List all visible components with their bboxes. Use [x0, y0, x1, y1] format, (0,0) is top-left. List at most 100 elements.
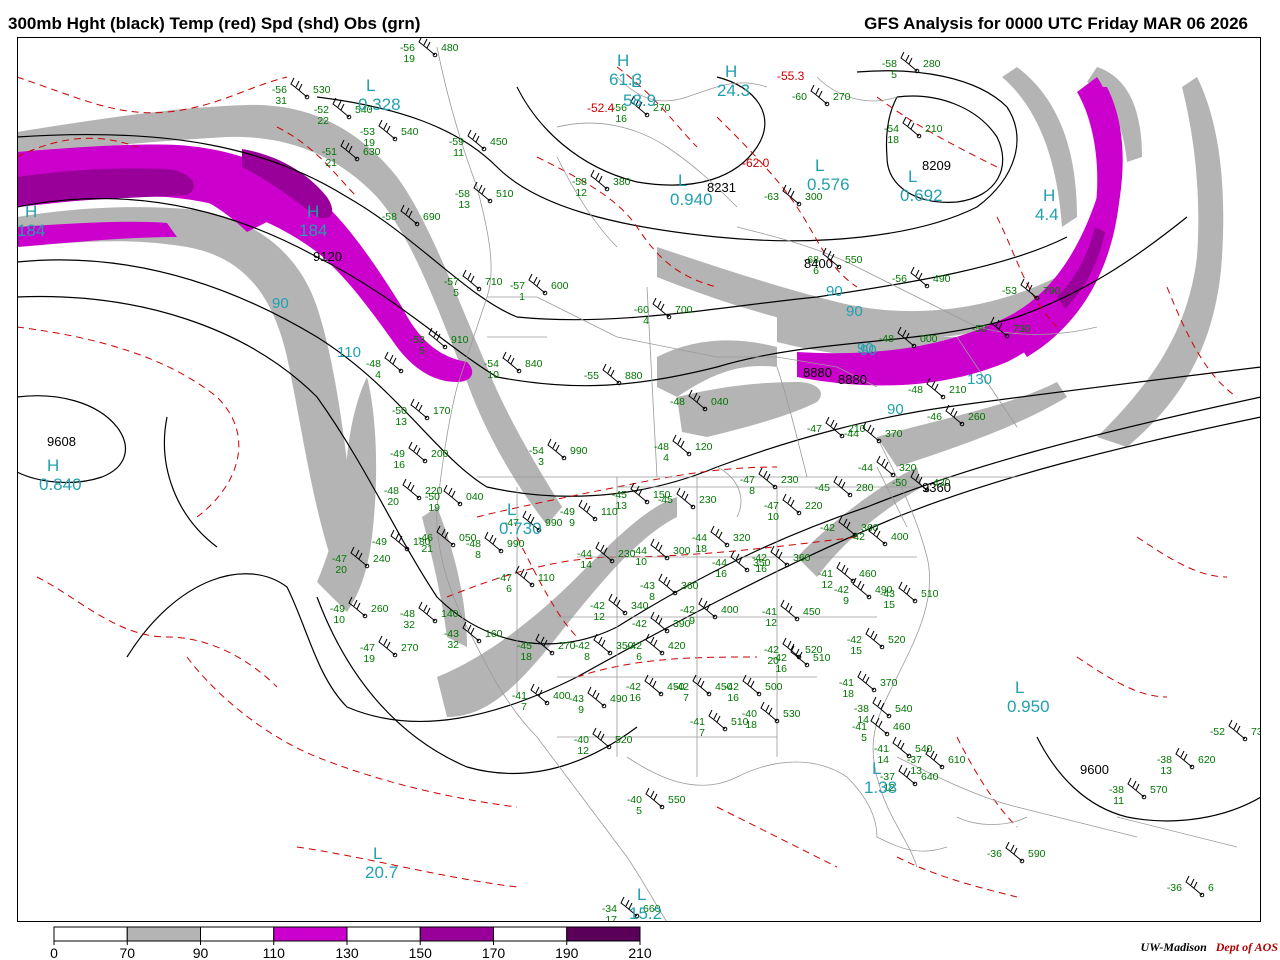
center-value: 0.576 — [807, 175, 850, 194]
system-center: H184 — [17, 202, 45, 240]
station-plot: -36 590 — [987, 841, 1046, 864]
station-plot: -48 1204 — [654, 434, 713, 464]
center-value: 24.3 — [717, 81, 750, 100]
station-plot: -57 6001 — [510, 273, 569, 303]
station-dewpoint: 19 — [403, 53, 415, 65]
center-symbol: H — [725, 62, 737, 81]
legend-tick-label: 0 — [50, 945, 58, 960]
station-temp: -63 — [764, 191, 779, 203]
wind-barb — [760, 701, 778, 722]
station-dewpoint: 5 — [453, 287, 459, 299]
legend-ticks: 0 70 90 110 130 150 170 190 210 — [50, 941, 652, 960]
station-dewpoint: 5 — [419, 345, 425, 357]
station-temp: -45 — [815, 482, 830, 494]
station-plot: -47 1106 — [497, 565, 555, 595]
station-dewpoint: 19 — [428, 502, 440, 514]
wind-barb — [730, 550, 748, 571]
station-dewpoint: 10 — [333, 614, 345, 626]
wind-barb — [782, 493, 800, 514]
station-height: 160 — [485, 628, 503, 640]
station-dewpoint: 21 — [325, 157, 337, 169]
center-value: 0.692 — [900, 186, 943, 205]
station-plot: -47 22010 — [764, 493, 823, 523]
credit: UW-Madison Dept of AOS — [1141, 940, 1278, 955]
station-dewpoint: 16 — [393, 459, 405, 471]
speed-label: 90 — [826, 283, 843, 300]
system-center: L20.7 — [365, 844, 398, 882]
station-dewpoint: 20 — [387, 496, 399, 508]
legend-tick-label: 170 — [482, 945, 506, 960]
wind-barb — [782, 184, 800, 205]
station-dewpoint: 4 — [663, 452, 669, 464]
station-dewpoint: 5 — [891, 69, 897, 81]
center-symbol: L — [872, 759, 881, 778]
station-plot: -56 48019 — [400, 37, 459, 65]
station-height: 520 — [615, 734, 633, 746]
station-height: 260 — [371, 603, 389, 615]
station-height: 370 — [885, 428, 903, 440]
wind-barb — [1175, 747, 1193, 768]
station-dewpoint: 10 — [487, 369, 499, 381]
center-value: 1.38 — [864, 778, 897, 797]
wind-barb — [836, 561, 854, 582]
analysis-time: GFS Analysis for 0000 UTC Friday MAR 06 … — [864, 14, 1248, 33]
station-dewpoint: 6 — [636, 651, 642, 663]
wind-barb — [592, 727, 610, 748]
legend-tick-label: 210 — [628, 945, 652, 960]
station-dewpoint: 8 — [584, 651, 590, 663]
station-dewpoint: 13 — [910, 765, 922, 777]
station-temp: -46 — [927, 411, 942, 423]
station-temp: -47 — [807, 423, 822, 435]
station-height: 460 — [893, 721, 911, 733]
station-height: 170 — [433, 405, 451, 417]
station-dewpoint: 18 — [887, 134, 899, 146]
wind-barb — [378, 635, 396, 656]
station-height: 230 — [781, 474, 799, 486]
station-plot: -42 52015 — [847, 627, 906, 657]
station-plot: -41 4007 — [512, 683, 571, 713]
station-temp: -36 — [987, 848, 1002, 860]
station-height: 550 — [668, 794, 686, 806]
station-plot: -38 62013 — [1157, 747, 1216, 777]
station-height: 730 — [1251, 726, 1261, 738]
station-plot: -41 54014 — [874, 736, 933, 766]
station-height: 540 — [401, 126, 419, 138]
station-dewpoint: 12 — [821, 579, 833, 591]
station-plot: -58 38012 — [572, 169, 631, 199]
station-height: 360 — [793, 552, 811, 564]
center-value: 0.840 — [39, 475, 82, 494]
weather-map-page: 300mb Hght (black) Temp (red) Spd (shd) … — [0, 0, 1280, 960]
station-dewpoint: 10 — [767, 511, 779, 523]
station-plot: -54 84010 — [484, 351, 543, 381]
wind-barb — [467, 129, 485, 150]
station-height: 490 — [610, 693, 628, 705]
station-dewpoint: 18 — [695, 543, 707, 555]
center-symbol: H — [617, 51, 629, 70]
height-value: 8209 — [922, 158, 951, 173]
station-plot: -40 5505 — [627, 787, 686, 817]
height-value: 9120 — [313, 249, 342, 264]
station-plot: -49 1109 — [560, 499, 618, 529]
station-height: 000 — [920, 333, 938, 345]
legend-tick-label: 110 — [263, 945, 286, 960]
wind-barb — [870, 714, 888, 735]
center-symbol: H — [1043, 186, 1055, 205]
height-value: 8880 — [803, 365, 832, 380]
wind-barb — [692, 674, 710, 695]
station-dewpoint: 9 — [689, 615, 695, 627]
speed-label: 90 — [887, 401, 904, 418]
station-height: 840 — [525, 358, 543, 370]
station-dewpoint: 6 — [506, 583, 512, 595]
station-height: 370 — [880, 677, 898, 689]
wind-barb — [530, 683, 548, 704]
wind-barb — [547, 438, 565, 459]
center-value: 184 — [17, 221, 45, 240]
station-dewpoint: 7 — [699, 727, 705, 739]
station-temp: -42 — [820, 522, 835, 534]
station-height: 6 — [1208, 882, 1214, 894]
station-dewpoint: 5 — [636, 805, 642, 817]
station-height: 220 — [805, 500, 823, 512]
station-dewpoint: 32 — [447, 639, 459, 651]
speed-label: 110 — [337, 344, 361, 361]
map-frame[interactable]: -56 48019-56 53031-52 54022-53 54019-51 63021… — [17, 37, 1261, 922]
